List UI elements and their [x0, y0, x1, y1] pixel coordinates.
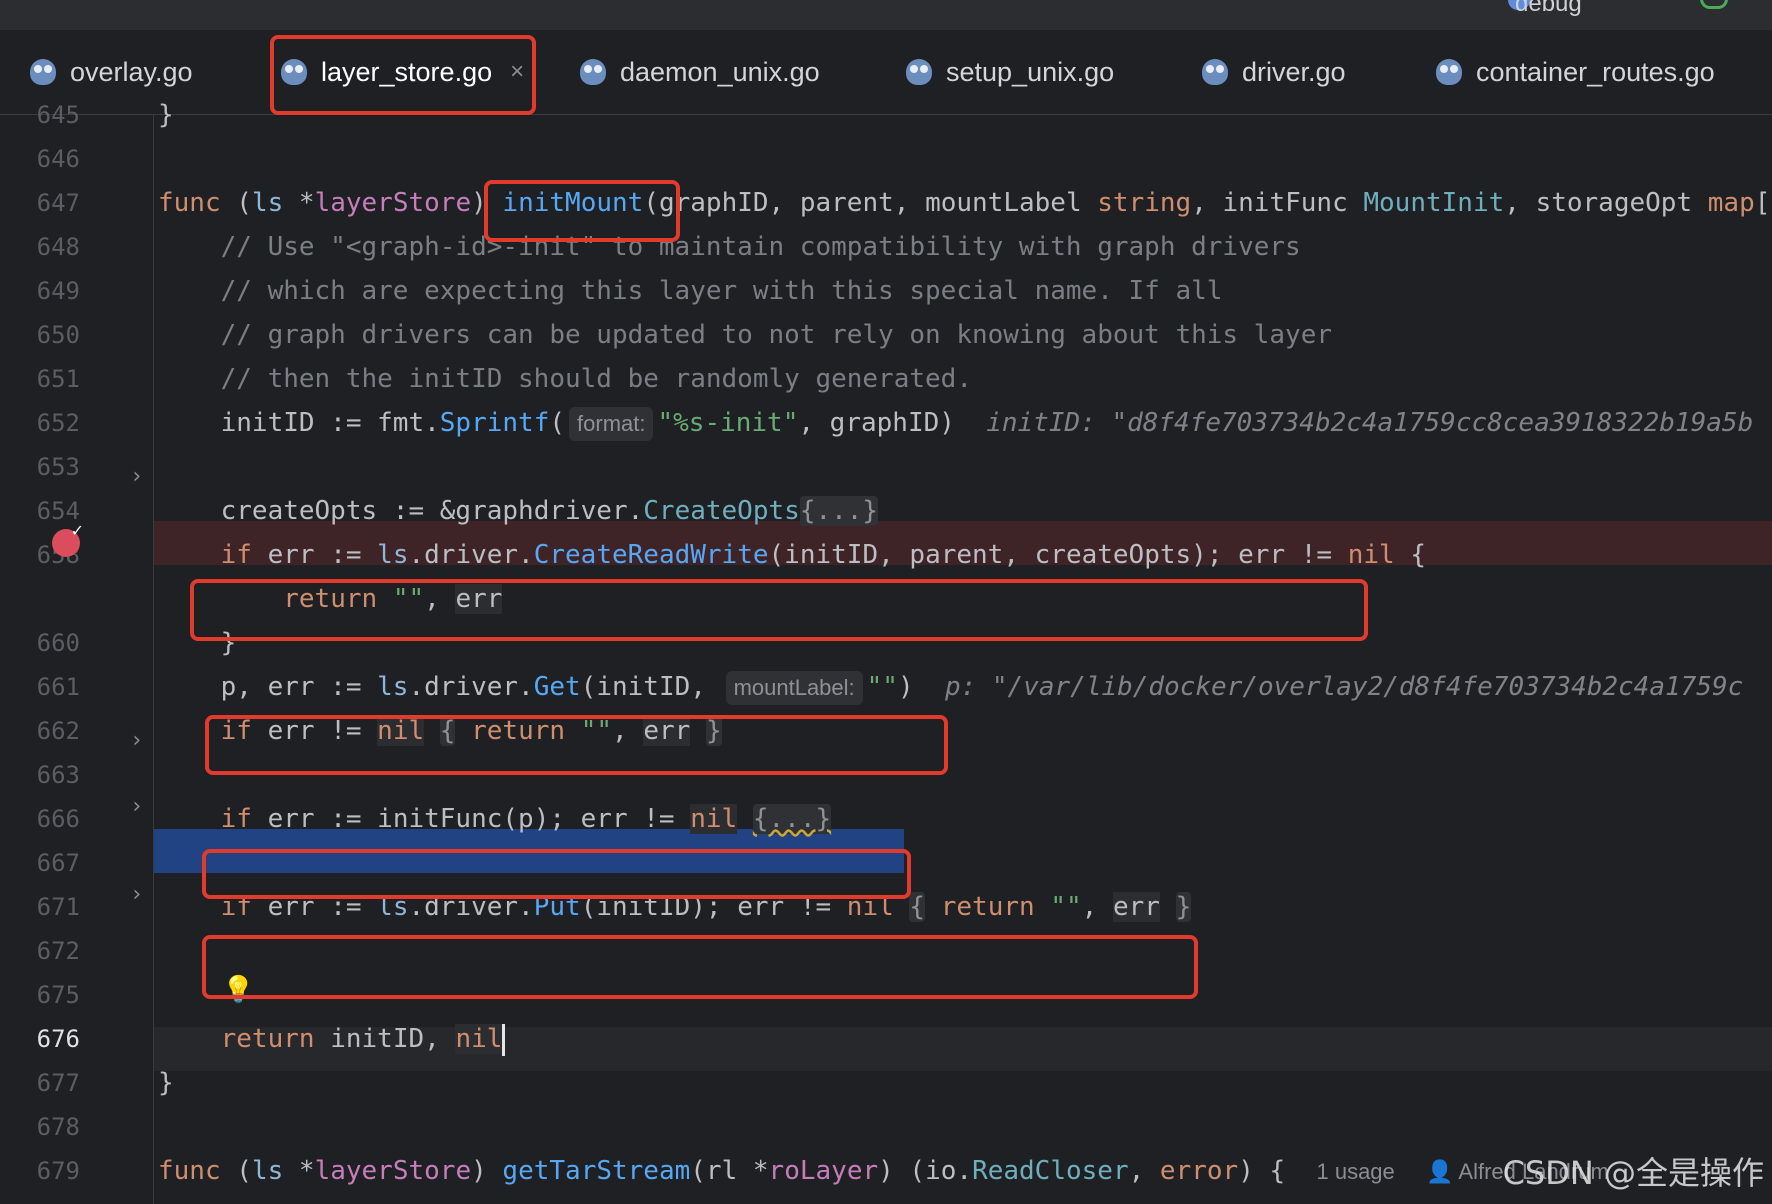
- code-line-649: // which are expecting this layer with t…: [158, 276, 1223, 306]
- tab-setup-unix-go[interactable]: setup_unix.go: [906, 30, 1114, 114]
- line-number[interactable]: 675: [0, 973, 80, 1017]
- inline-debug-value: p: "/var/lib/docker/overlay2/d8f4fe70373…: [944, 672, 1744, 702]
- editor-tab-bar: overlay.go layer_store.go × daemon_unix.…: [0, 30, 1772, 143]
- line-number[interactable]: 645: [0, 93, 80, 137]
- text-caret: [502, 1023, 506, 1056]
- tab-driver-go[interactable]: driver.go: [1202, 30, 1346, 114]
- code-line-662: p, err := ls.driver.Get(initID, mountLab…: [158, 665, 1743, 709]
- code-line-648: // Use "<graph-id>-init" to maintain com…: [158, 232, 1301, 262]
- line-number[interactable]: 679: [0, 1149, 80, 1193]
- fold-chevron-icon[interactable]: ›: [130, 873, 143, 917]
- code-line-677: }: [158, 1068, 174, 1098]
- tab-label: driver.go: [1242, 56, 1346, 87]
- annotation-box-createreadwrite: [190, 579, 1368, 641]
- line-number[interactable]: 652: [0, 401, 80, 445]
- ide-window: debug overlay.go layer_store.go × daemon…: [0, 0, 1772, 1204]
- annotation-box-tab: [270, 35, 536, 115]
- code-line-645: }: [158, 100, 174, 130]
- line-number[interactable]: 663: [0, 753, 80, 797]
- line-number[interactable]: 677: [0, 1061, 80, 1105]
- code-line-679: func (ls *layerStore) getTarStream(rl *r…: [158, 1156, 1609, 1186]
- code-line-654: createOpts := &graphdriver.CreateOpts{..…: [158, 496, 879, 526]
- annotation-box-initmount: [484, 180, 680, 242]
- line-number[interactable]: 650: [0, 313, 80, 357]
- tab-label: daemon_unix.go: [620, 56, 820, 87]
- line-number[interactable]: 667: [0, 841, 80, 885]
- line-number[interactable]: 649: [0, 269, 80, 313]
- fold-chevron-icon[interactable]: ›: [130, 455, 143, 499]
- fold-chevron-icon[interactable]: ›: [130, 785, 143, 829]
- param-hint: mountLabel:: [725, 670, 863, 705]
- line-number-gutter[interactable]: 6456466476486496506516526536546586606616…: [0, 101, 154, 1204]
- annotation-box-driver-put: [202, 935, 1198, 999]
- code-line-651: // then the initID should be randomly ge…: [158, 364, 972, 394]
- usage-count[interactable]: 1 usage: [1316, 1159, 1394, 1184]
- tab-label: container_routes.go: [1476, 56, 1715, 87]
- line-number[interactable]: 651: [0, 357, 80, 401]
- line-number[interactable]: 653: [0, 445, 80, 489]
- code-line-650: // graph drivers can be updated to not r…: [158, 320, 1332, 350]
- fold-chevron-icon[interactable]: ›: [130, 719, 143, 763]
- line-number[interactable]: 671: [0, 885, 80, 929]
- go-file-icon: [1202, 59, 1228, 85]
- annotation-box-driver-get: [205, 715, 948, 775]
- code-line-667: if err := initFunc(p); err != nil {...}: [220, 804, 832, 834]
- line-number[interactable]: 646: [0, 137, 80, 181]
- tab-label: setup_unix.go: [946, 56, 1115, 87]
- line-number[interactable]: 672: [0, 929, 80, 973]
- run-icon[interactable]: [1700, 0, 1728, 9]
- line-number[interactable]: 654: [0, 489, 80, 533]
- line-number[interactable]: 647: [0, 181, 80, 225]
- line-number[interactable]: 662: [0, 709, 80, 753]
- go-file-icon: [580, 59, 606, 85]
- line-number[interactable]: 648: [0, 225, 80, 269]
- tab-container-routes-go[interactable]: container_routes.go: [1436, 30, 1715, 114]
- go-file-icon: [30, 59, 56, 85]
- line-number[interactable]: 660: [0, 621, 80, 665]
- code-line-647: func (ls *layerStore) initMount(graphID,…: [158, 188, 1772, 218]
- main-toolbar: debug: [0, 0, 1772, 31]
- run-config-label[interactable]: debug: [1515, 0, 1582, 18]
- tab-label: overlay.go: [70, 56, 193, 87]
- tab-daemon-unix-go[interactable]: daemon_unix.go: [580, 30, 820, 114]
- code-editor[interactable]: 6456466476486496506516526536546586606616…: [0, 100, 1772, 1204]
- line-number[interactable]: 661: [0, 665, 80, 709]
- annotation-box-initfunc: [202, 849, 911, 899]
- go-file-icon: [906, 59, 932, 85]
- watermark: CSDN @全是操作: [1502, 1154, 1764, 1192]
- code-line-652: initID := fmt.Sprintf(format: "%s-init", …: [158, 401, 1753, 445]
- go-file-icon: [1436, 59, 1462, 85]
- line-number[interactable]: 678: [0, 1105, 80, 1149]
- breakpoint-icon[interactable]: [52, 521, 84, 557]
- line-number[interactable]: 666: [0, 797, 80, 841]
- code-line-676: return initID, nil: [158, 1017, 506, 1061]
- code-line-659: if err := ls.driver.CreateReadWrite(init…: [220, 540, 1426, 570]
- inline-debug-value: initID: "d8f4fe703734b2c4a1759cc8cea3918…: [986, 408, 1754, 438]
- line-number[interactable]: 676: [0, 1017, 80, 1061]
- param-hint: format:: [569, 406, 654, 441]
